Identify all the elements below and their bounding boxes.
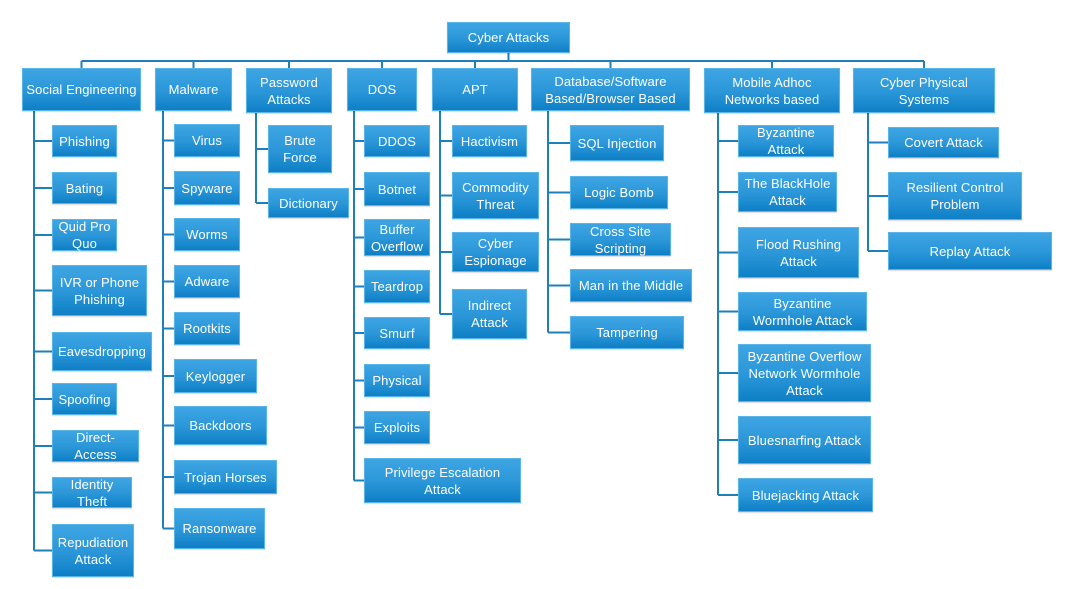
leaf-node: Indirect Attack [452,289,527,339]
leaf-node: Privilege Escalation Attack [364,458,521,503]
category-node-malware: Malware [155,68,232,111]
category-node-database: Database/Software Based/Browser Based [531,68,690,111]
leaf-node: Brute Force [268,125,332,173]
category-node-cps: Cyber Physical Systems [853,68,995,113]
leaf-node: Trojan Horses [174,460,277,494]
leaf-node: Rootkits [174,312,240,345]
leaf-node: Adware [174,265,240,298]
leaf-node: Keylogger [174,359,257,393]
leaf-node: Smurf [364,317,430,349]
leaf-node: Direct-Access [52,430,139,462]
category-node-dos: DOS [347,68,417,111]
leaf-node: Quid Pro Quo [52,219,117,251]
leaf-node: Worms [174,218,240,251]
leaf-node: Commodity Threat [452,172,539,219]
leaf-node: Buffer Overflow [364,219,430,256]
leaf-node: Bating [52,172,117,204]
leaf-node: Resilient Control Problem [888,172,1022,220]
leaf-node: Replay Attack [888,232,1052,270]
leaf-node: Exploits [364,411,430,444]
leaf-node: Cross Site Scripting [570,223,671,256]
leaf-node: Physical [364,364,430,397]
leaf-node: Eavesdropping [52,332,152,371]
leaf-node: Repudiation Attack [52,524,134,577]
leaf-node: Byzantine Wormhole Attack [738,292,867,331]
leaf-node: Ransonware [174,508,265,549]
category-node-manet: Mobile Adhoc Networks based [704,68,840,113]
leaf-node: IVR or Phone Phishing [52,265,147,316]
leaf-node: Cyber Espionage [452,232,539,272]
leaf-node: Flood Rushing Attack [738,227,859,278]
cyber-attacks-tree-diagram: Cyber Attacks Social Engineering Phishing… [0,0,1075,589]
leaf-node: Teardrop [364,270,430,303]
leaf-node: Bluesnarfing Attack [738,416,871,464]
leaf-node: Phishing [52,125,117,157]
leaf-node: The BlackHole Attack [738,172,837,212]
leaf-node: Spyware [174,171,240,205]
leaf-node: Logic Bomb [570,176,668,209]
leaf-node: Byzantine Overflow Network Wormhole Atta… [738,344,871,402]
leaf-node: SQL Injection [570,125,664,161]
leaf-node: Covert Attack [888,127,999,158]
leaf-node: Botnet [364,172,430,206]
leaf-node: Virus [174,124,240,157]
leaf-node: Spoofing [52,383,117,415]
root-node-cyber-attacks: Cyber Attacks [447,22,570,53]
leaf-node: Dictionary [268,188,349,218]
leaf-node: Tampering [570,316,684,349]
category-node-apt: APT [432,68,518,111]
category-node-social: Social Engineering [22,68,141,111]
leaf-node: Backdoors [174,406,267,445]
category-node-password: Password Attacks [246,68,332,113]
leaf-node: DDOS [364,125,430,157]
leaf-node: Bluejacking Attack [738,478,873,512]
leaf-node: Identity Theft [52,477,132,509]
leaf-node: Byzantine Attack [738,125,834,157]
leaf-node: Man in the Middle [570,269,692,302]
leaf-node: Hactivism [452,125,527,157]
